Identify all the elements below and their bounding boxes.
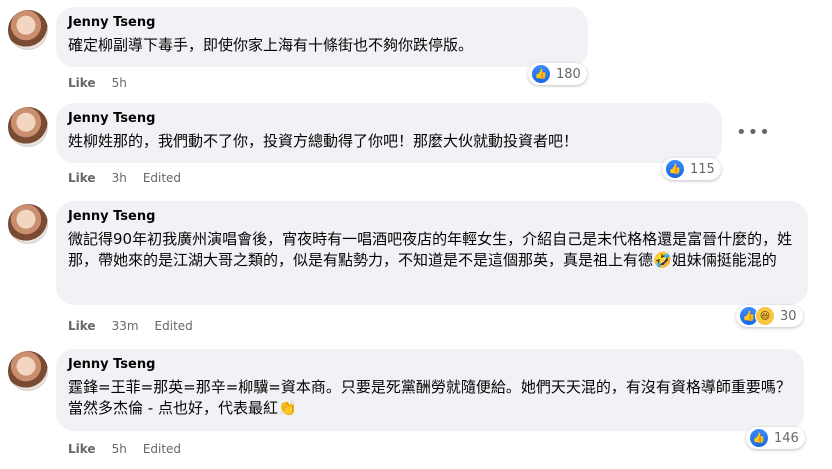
clapping-hands-icon: 👏 [277,399,297,417]
like-icon: 👍 [749,428,769,448]
timestamp[interactable]: 5h [112,441,127,457]
reaction-count: 30 [780,308,797,324]
comment-actions: Like 5h Edited [68,441,181,457]
timestamp[interactable]: 3h [112,170,127,186]
comment-text: 霆鋒=王菲=那英=那辛=柳驥=資本商。只要是死黨酬勞就隨便給。她們天天混的，有沒… [68,377,792,419]
comment-author[interactable]: Jenny Tseng [68,15,576,31]
timestamp[interactable]: 5h [112,75,127,91]
reaction-summary[interactable]: 👍 115 [662,158,721,180]
timestamp[interactable]: 33m [112,318,139,334]
comment-text-part: 姐妹倆挺能混的 [671,251,777,269]
comment-author[interactable]: Jenny Tseng [68,111,710,127]
more-options-icon[interactable]: ••• [736,122,771,143]
reaction-count: 115 [690,161,715,177]
like-button[interactable]: Like [68,75,96,91]
avatar[interactable] [8,351,48,391]
like-button[interactable]: Like [68,318,96,334]
comment-text: 確定柳副導下毒手，即使你家上海有十條街也不夠你跌停版。 [68,36,474,54]
comment-text-part: 霆鋒=王菲=那英=那辛=柳驥=資本商。只要是死黨酬勞就隨便給。她們天天混的，有沒… [68,378,791,417]
laughing-emoji-icon: 🤣 [653,251,672,269]
avatar[interactable] [8,10,48,50]
reaction-count: 180 [556,66,581,82]
comment-actions: Like 3h Edited [68,170,181,186]
reaction-summary[interactable]: 👍 180 [528,63,587,85]
edited-label[interactable]: Edited [143,170,181,186]
comment-actions: Like 5h [68,75,127,91]
comment-bubble: Jenny Tseng 霆鋒=王菲=那英=那辛=柳驥=資本商。只要是死黨酬勞就隨… [56,349,804,431]
comment-bubble: Jenny Tseng 微記得90年初我廣州演唱會後，宵夜時有一唱酒吧夜店的年輕… [56,201,808,305]
comment-author[interactable]: Jenny Tseng [68,209,796,225]
comment-author[interactable]: Jenny Tseng [68,357,792,373]
like-icon: 👍 [665,159,685,179]
comment-text: 微記得90年初我廣州演唱會後，宵夜時有一唱酒吧夜店的年輕女生，介紹自己是末代格格… [68,229,796,271]
edited-label[interactable]: Edited [143,441,181,457]
reaction-summary[interactable]: 👍 146 [746,427,805,449]
like-button[interactable]: Like [68,170,96,186]
avatar[interactable] [8,107,48,147]
avatar[interactable] [8,204,48,244]
like-icon: 👍 [531,64,551,84]
reaction-summary[interactable]: 👍 😆 30 [736,305,803,327]
comment-text: 姓柳姓那的，我們動不了你，投資方總動得了你吧！那麼大伙就動投資者吧！ [68,132,579,150]
comment-bubble: Jenny Tseng 確定柳副導下毒手，即使你家上海有十條街也不夠你跌停版。 [56,7,588,67]
edited-label[interactable]: Edited [155,318,193,334]
reaction-count: 146 [774,430,799,446]
like-button[interactable]: Like [68,441,96,457]
comment-bubble: Jenny Tseng 姓柳姓那的，我們動不了你，投資方總動得了你吧！那麼大伙就… [56,103,722,163]
haha-icon: 😆 [755,306,775,326]
comment-actions: Like 33m Edited [68,318,193,334]
